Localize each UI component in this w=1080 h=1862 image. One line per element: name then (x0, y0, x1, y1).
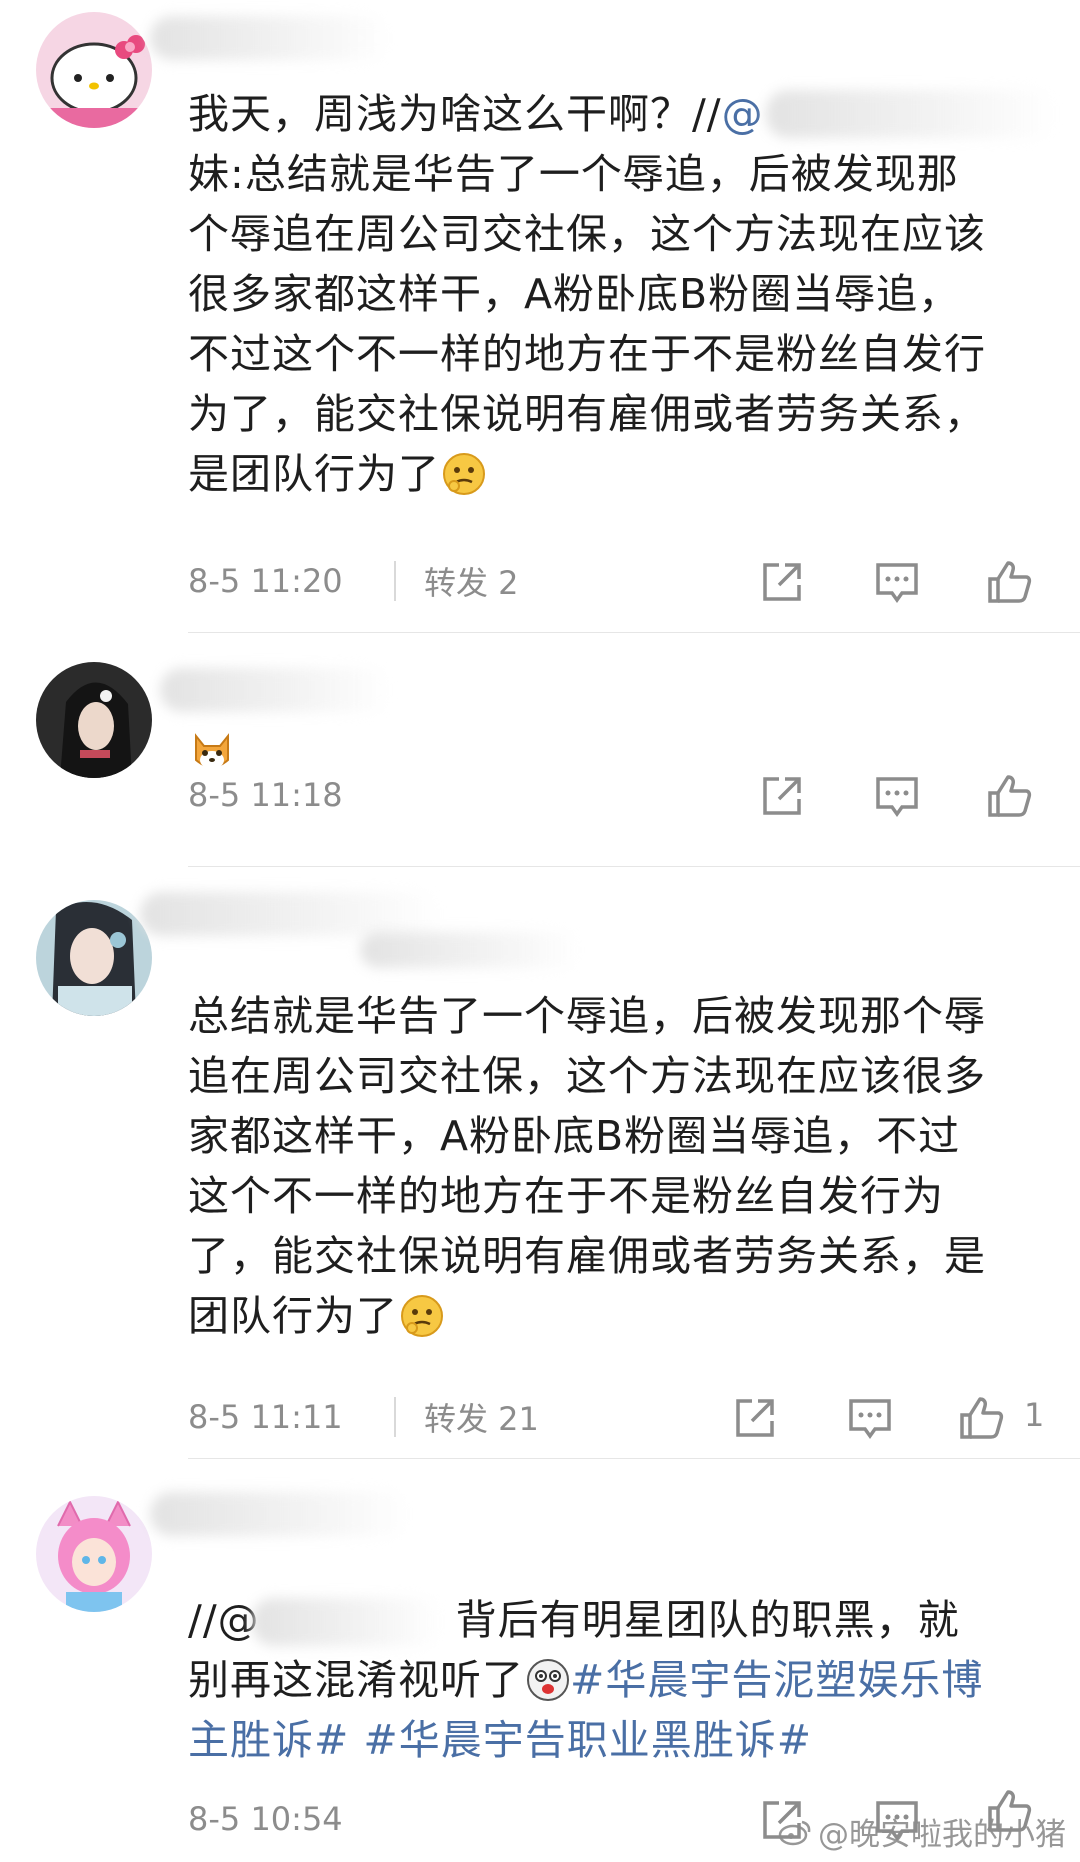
comment-meta: 8-5 11:11 转发 21 (188, 1392, 1080, 1442)
avatar[interactable] (36, 12, 152, 128)
ghost-face-emoji (526, 1658, 570, 1702)
timestamp: 8-5 11:11 (188, 1398, 343, 1436)
thinking-face-emoji (442, 452, 486, 496)
timestamp: 8-5 10:54 (188, 1800, 343, 1838)
divider (188, 632, 1080, 633)
hashtag-link[interactable]: #华晨宇告泥塑娱乐博 (570, 1656, 983, 1704)
hashtag-link[interactable]: 主胜诉# (188, 1716, 349, 1764)
repost-icon[interactable] (730, 1393, 780, 1443)
comment-meta: 8-5 11:18 (188, 770, 1080, 820)
comment-icon[interactable] (872, 771, 922, 821)
divider (188, 1458, 1080, 1459)
username-redacted (150, 16, 390, 60)
username-redacted (150, 1492, 410, 1536)
comment-icon[interactable] (872, 557, 922, 607)
comment-text: 我天，周浅为啥这么干啊？//@ 妹:总结就是华告了一个辱追，后被发现那 个辱追在… (188, 84, 1056, 504)
like-icon[interactable] (956, 1393, 1006, 1443)
meta-separator (394, 1397, 396, 1437)
username-redacted (360, 932, 580, 968)
mention-redacted (252, 1598, 442, 1646)
mention-redacted (766, 90, 1056, 138)
comment-item: 8-5 11:18 (0, 640, 1080, 872)
like-count: 1 (1024, 1396, 1045, 1434)
comment-item: 我天，周浅为啥这么干啊？//@ 妹:总结就是华告了一个辱追，后被发现那 个辱追在… (0, 0, 1080, 640)
thinking-face-emoji (400, 1294, 444, 1338)
repost-icon[interactable] (757, 771, 807, 821)
avatar[interactable] (36, 1496, 152, 1612)
avatar[interactable] (36, 900, 152, 1016)
comment-meta: 8-5 11:20 转发 2 (188, 556, 1080, 606)
weibo-logo-icon (778, 1818, 812, 1846)
comment-item: 总结就是华告了一个辱追，后被发现那个辱 追在周公司交社保，这个方法现在应该很多 … (0, 872, 1080, 1468)
divider (188, 866, 1080, 867)
username-redacted (140, 892, 440, 936)
comment-icon[interactable] (845, 1393, 895, 1443)
repost-count[interactable]: 转发 21 (424, 1394, 539, 1440)
timestamp: 8-5 11:20 (188, 562, 343, 600)
mention-link[interactable]: @ (722, 90, 764, 138)
cat-face-emoji (190, 730, 234, 774)
repost-count[interactable]: 转发 2 (424, 558, 519, 604)
comment-text: 总结就是华告了一个辱追，后被发现那个辱 追在周公司交社保，这个方法现在应该很多 … (188, 992, 986, 1340)
avatar[interactable] (36, 662, 152, 778)
timestamp: 8-5 11:18 (188, 776, 343, 814)
username-redacted (160, 668, 390, 712)
watermark-text: @晚安啦我的小猪 (818, 1817, 1066, 1853)
hashtag-link[interactable]: #华晨宇告职业黑胜诉# (363, 1716, 812, 1764)
comment-text: //@ 背后有明星团队的职黑，就 别再这混淆视听了 #华晨宇告泥塑娱乐博 主胜诉# … (188, 1596, 984, 1764)
like-icon[interactable] (984, 557, 1034, 607)
repost-icon[interactable] (757, 557, 807, 607)
meta-separator (394, 561, 396, 601)
comment-item: //@ 背后有明星团队的职黑，就 别再这混淆视听了 #华晨宇告泥塑娱乐博 主胜诉# … (0, 1468, 1080, 1862)
watermark: @晚安啦我的小猪 (778, 1809, 1066, 1854)
like-icon[interactable] (984, 771, 1034, 821)
